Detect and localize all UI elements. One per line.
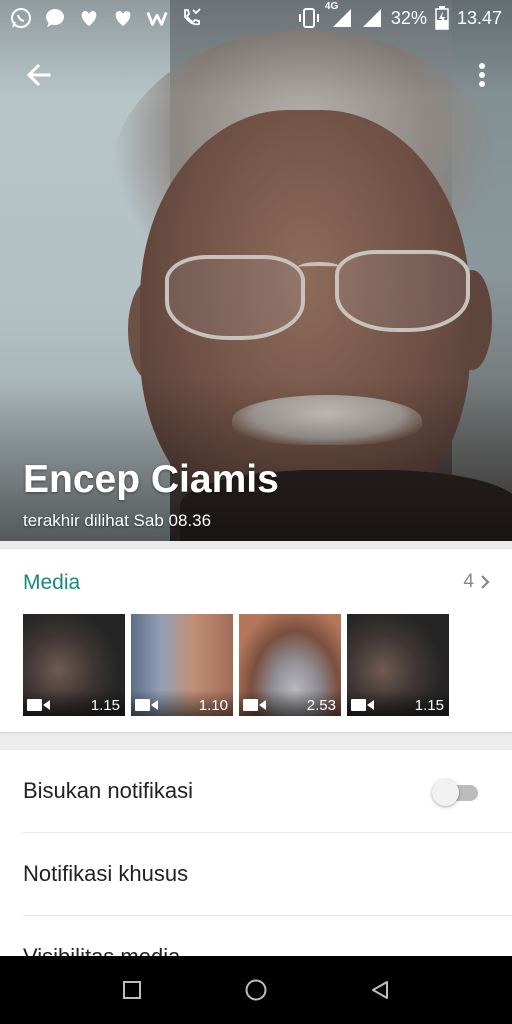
media-thumbnails: 1.15 1.10 2.53 1.15 [23,614,449,716]
media-count-link[interactable]: 4 [463,571,490,593]
signal-4g-icon: 4G [325,1,353,29]
chevron-right-icon [481,575,490,589]
more-vert-icon [479,63,485,87]
video-icon [27,699,50,711]
system-status: 4G 32% 13.47 [297,1,502,30]
custom-notifications-row[interactable]: Notifikasi khusus [23,833,512,916]
media-thumbnail[interactable]: 1.15 [23,614,125,716]
nav-back-icon [372,981,388,999]
missed-call-icon [180,7,202,29]
vibrate-icon [297,7,321,29]
media-thumbnail[interactable]: 2.53 [239,614,341,716]
video-icon [243,699,266,711]
video-icon [351,699,374,711]
mute-notifications-row[interactable]: Bisukan notifikasi [23,750,512,833]
video-duration: 1.15 [90,697,120,714]
media-visibility-row[interactable]: Visibilitas media [23,916,512,956]
notification-icons [10,7,202,29]
contact-name: Encep Ciamis [23,458,279,501]
w-icon [146,7,168,29]
media-thumbnail[interactable]: 1.15 [347,614,449,716]
video-duration: 2.53 [306,697,336,714]
heart-icon [78,7,100,29]
toggle-knob [432,779,459,806]
clock: 13.47 [456,7,502,28]
home-button[interactable] [236,970,276,1010]
mute-notifications-label: Bisukan notifikasi [23,778,193,803]
back-button[interactable] [22,58,56,92]
home-icon [245,979,267,1001]
battery-charging-icon [435,6,449,30]
recents-button[interactable] [112,970,152,1010]
media-title[interactable]: Media [23,571,80,595]
nav-back-button[interactable] [360,970,400,1010]
battery-percent: 32% [390,7,427,28]
network-type: 4G [324,1,339,12]
whatsapp-icon [10,7,32,29]
custom-notifications-label: Notifikasi khusus [23,861,189,886]
heart-icon [112,7,134,29]
media-thumbnail[interactable]: 1.10 [131,614,233,716]
mute-notifications-toggle[interactable] [432,779,480,806]
media-count: 4 [463,571,474,592]
last-seen-status: terakhir dilihat Sab 08.36 [23,511,212,530]
system-navigation-bar [0,956,512,1024]
signal-icon [361,7,383,29]
video-duration: 1.15 [414,697,444,714]
status-bar: 4G 32% 13.47 [0,0,512,36]
overflow-menu-button[interactable] [470,58,494,92]
arrow-back-icon [26,63,51,87]
settings-list: Bisukan notifikasi Notifikasi khusus Vis… [0,750,512,956]
video-icon [135,699,158,711]
media-visibility-label: Visibilitas media [23,944,180,956]
recents-icon [123,981,141,999]
chat-bubble-icon [44,7,66,29]
media-section: Media 4 1.15 1.10 2.53 1.15 [0,549,512,732]
video-duration: 1.10 [198,697,228,714]
